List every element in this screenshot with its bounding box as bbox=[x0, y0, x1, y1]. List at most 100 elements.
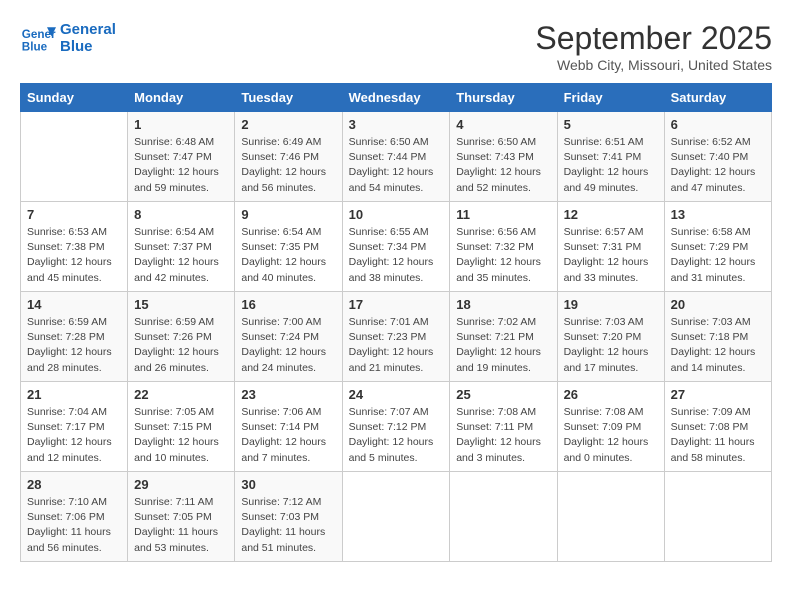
day-info: Sunrise: 6:54 AM Sunset: 7:37 PM Dayligh… bbox=[134, 225, 228, 286]
day-number: 17 bbox=[349, 297, 444, 312]
location-subtitle: Webb City, Missouri, United States bbox=[535, 57, 772, 73]
day-info: Sunrise: 6:59 AM Sunset: 7:28 PM Dayligh… bbox=[27, 315, 121, 376]
calendar-cell: 9Sunrise: 6:54 AM Sunset: 7:35 PM Daylig… bbox=[235, 202, 342, 292]
calendar-cell: 26 Sunrise: 7:08 AM Sunset: 7:09 PM Dayli… bbox=[557, 382, 664, 472]
day-number: 21 bbox=[27, 387, 121, 402]
calendar-cell: 6Sunrise: 6:52 AM Sunset: 7:40 PM Daylig… bbox=[664, 112, 771, 202]
day-number: 25 bbox=[456, 387, 550, 402]
day-number: 24 bbox=[349, 387, 444, 402]
calendar-cell bbox=[450, 472, 557, 562]
day-number: 7 bbox=[27, 207, 121, 222]
day-number: 19 bbox=[564, 297, 658, 312]
day-info: Sunrise: 7:03 AM Sunset: 7:18 PM Dayligh… bbox=[671, 315, 765, 376]
day-info: Sunrise: 6:54 AM Sunset: 7:35 PM Dayligh… bbox=[241, 225, 335, 286]
col-header-tuesday: Tuesday bbox=[235, 84, 342, 112]
day-number: 6 bbox=[671, 117, 765, 132]
day-info: Sunrise: 6:56 AM Sunset: 7:32 PM Dayligh… bbox=[456, 225, 550, 286]
calendar-cell: 18 Sunrise: 7:02 AM Sunset: 7:21 PM Dayli… bbox=[450, 292, 557, 382]
day-info: Sunrise: 7:11 AM Sunset: 7:05 PM Dayligh… bbox=[134, 495, 228, 556]
logo-icon: General Blue bbox=[20, 20, 56, 56]
calendar-cell: 8 Sunrise: 6:54 AM Sunset: 7:37 PM Daylig… bbox=[128, 202, 235, 292]
calendar-week-row: 28 Sunrise: 7:10 AM Sunset: 7:06 PM Dayli… bbox=[21, 472, 772, 562]
calendar-week-row: 21 Sunrise: 7:04 AM Sunset: 7:17 PM Dayli… bbox=[21, 382, 772, 472]
svg-text:Blue: Blue bbox=[22, 41, 48, 54]
calendar-cell bbox=[557, 472, 664, 562]
calendar-cell bbox=[664, 472, 771, 562]
calendar-cell bbox=[342, 472, 450, 562]
col-header-friday: Friday bbox=[557, 84, 664, 112]
calendar-week-row: 14 Sunrise: 6:59 AM Sunset: 7:28 PM Dayli… bbox=[21, 292, 772, 382]
day-info: Sunrise: 6:48 AM Sunset: 7:47 PM Dayligh… bbox=[134, 135, 228, 196]
day-number: 29 bbox=[134, 477, 228, 492]
day-number: 4 bbox=[456, 117, 550, 132]
title-block: September 2025 Webb City, Missouri, Unit… bbox=[535, 20, 772, 73]
day-info: Sunrise: 7:07 AM Sunset: 7:12 PM Dayligh… bbox=[349, 405, 444, 466]
calendar-cell: 17 Sunrise: 7:01 AM Sunset: 7:23 PM Dayli… bbox=[342, 292, 450, 382]
day-info: Sunrise: 7:12 AM Sunset: 7:03 PM Dayligh… bbox=[241, 495, 335, 556]
day-number: 5 bbox=[564, 117, 658, 132]
day-info: Sunrise: 7:03 AM Sunset: 7:20 PM Dayligh… bbox=[564, 315, 658, 376]
calendar-cell: 29 Sunrise: 7:11 AM Sunset: 7:05 PM Dayli… bbox=[128, 472, 235, 562]
day-info: Sunrise: 7:02 AM Sunset: 7:21 PM Dayligh… bbox=[456, 315, 550, 376]
calendar-week-row: 1 Sunrise: 6:48 AM Sunset: 7:47 PM Daylig… bbox=[21, 112, 772, 202]
calendar-cell: 3 Sunrise: 6:50 AM Sunset: 7:44 PM Daylig… bbox=[342, 112, 450, 202]
col-header-monday: Monday bbox=[128, 84, 235, 112]
day-info: Sunrise: 6:53 AM Sunset: 7:38 PM Dayligh… bbox=[27, 225, 121, 286]
month-title: September 2025 bbox=[535, 20, 772, 57]
calendar-cell: 4Sunrise: 6:50 AM Sunset: 7:43 PM Daylig… bbox=[450, 112, 557, 202]
day-number: 13 bbox=[671, 207, 765, 222]
day-number: 22 bbox=[134, 387, 228, 402]
day-info: Sunrise: 6:59 AM Sunset: 7:26 PM Dayligh… bbox=[134, 315, 228, 376]
calendar-cell: 22 Sunrise: 7:05 AM Sunset: 7:15 PM Dayli… bbox=[128, 382, 235, 472]
calendar-week-row: 7 Sunrise: 6:53 AM Sunset: 7:38 PM Daylig… bbox=[21, 202, 772, 292]
calendar-cell: 16 Sunrise: 7:00 AM Sunset: 7:24 PM Dayli… bbox=[235, 292, 342, 382]
day-info: Sunrise: 6:50 AM Sunset: 7:44 PM Dayligh… bbox=[349, 135, 444, 196]
calendar-cell: 19 Sunrise: 7:03 AM Sunset: 7:20 PM Dayli… bbox=[557, 292, 664, 382]
day-info: Sunrise: 6:51 AM Sunset: 7:41 PM Dayligh… bbox=[564, 135, 658, 196]
day-info: Sunrise: 7:08 AM Sunset: 7:09 PM Dayligh… bbox=[564, 405, 658, 466]
calendar-cell: 12 Sunrise: 6:57 AM Sunset: 7:31 PM Dayli… bbox=[557, 202, 664, 292]
day-number: 1 bbox=[134, 117, 228, 132]
calendar-table: SundayMondayTuesdayWednesdayThursdayFrid… bbox=[20, 83, 772, 562]
day-number: 30 bbox=[241, 477, 335, 492]
day-number: 15 bbox=[134, 297, 228, 312]
calendar-cell: 13 Sunrise: 6:58 AM Sunset: 7:29 PM Dayli… bbox=[664, 202, 771, 292]
day-number: 28 bbox=[27, 477, 121, 492]
col-header-thursday: Thursday bbox=[450, 84, 557, 112]
page-header: General Blue GeneralBlue September 2025 … bbox=[20, 20, 772, 73]
calendar-cell: 23 Sunrise: 7:06 AM Sunset: 7:14 PM Dayli… bbox=[235, 382, 342, 472]
calendar-cell: 7 Sunrise: 6:53 AM Sunset: 7:38 PM Daylig… bbox=[21, 202, 128, 292]
day-number: 23 bbox=[241, 387, 335, 402]
calendar-header-row: SundayMondayTuesdayWednesdayThursdayFrid… bbox=[21, 84, 772, 112]
day-info: Sunrise: 6:49 AM Sunset: 7:46 PM Dayligh… bbox=[241, 135, 335, 196]
day-info: Sunrise: 7:08 AM Sunset: 7:11 PM Dayligh… bbox=[456, 405, 550, 466]
day-info: Sunrise: 7:09 AM Sunset: 7:08 PM Dayligh… bbox=[671, 405, 765, 466]
calendar-cell bbox=[21, 112, 128, 202]
day-info: Sunrise: 7:06 AM Sunset: 7:14 PM Dayligh… bbox=[241, 405, 335, 466]
calendar-cell: 2 Sunrise: 6:49 AM Sunset: 7:46 PM Daylig… bbox=[235, 112, 342, 202]
day-number: 26 bbox=[564, 387, 658, 402]
logo: General Blue GeneralBlue bbox=[20, 20, 116, 56]
day-info: Sunrise: 6:57 AM Sunset: 7:31 PM Dayligh… bbox=[564, 225, 658, 286]
calendar-cell: 10Sunrise: 6:55 AM Sunset: 7:34 PM Dayli… bbox=[342, 202, 450, 292]
day-number: 27 bbox=[671, 387, 765, 402]
day-number: 14 bbox=[27, 297, 121, 312]
day-number: 12 bbox=[564, 207, 658, 222]
day-info: Sunrise: 6:55 AM Sunset: 7:34 PM Dayligh… bbox=[349, 225, 444, 286]
day-number: 16 bbox=[241, 297, 335, 312]
calendar-cell: 28 Sunrise: 7:10 AM Sunset: 7:06 PM Dayli… bbox=[21, 472, 128, 562]
day-info: Sunrise: 6:58 AM Sunset: 7:29 PM Dayligh… bbox=[671, 225, 765, 286]
day-number: 8 bbox=[134, 207, 228, 222]
day-info: Sunrise: 7:10 AM Sunset: 7:06 PM Dayligh… bbox=[27, 495, 121, 556]
day-info: Sunrise: 7:05 AM Sunset: 7:15 PM Dayligh… bbox=[134, 405, 228, 466]
calendar-cell: 1 Sunrise: 6:48 AM Sunset: 7:47 PM Daylig… bbox=[128, 112, 235, 202]
day-number: 18 bbox=[456, 297, 550, 312]
day-info: Sunrise: 7:01 AM Sunset: 7:23 PM Dayligh… bbox=[349, 315, 444, 376]
calendar-cell: 24 Sunrise: 7:07 AM Sunset: 7:12 PM Dayli… bbox=[342, 382, 450, 472]
day-info: Sunrise: 7:04 AM Sunset: 7:17 PM Dayligh… bbox=[27, 405, 121, 466]
calendar-cell: 5 Sunrise: 6:51 AM Sunset: 7:41 PM Daylig… bbox=[557, 112, 664, 202]
calendar-cell: 15 Sunrise: 6:59 AM Sunset: 7:26 PM Dayli… bbox=[128, 292, 235, 382]
day-number: 2 bbox=[241, 117, 335, 132]
day-number: 3 bbox=[349, 117, 444, 132]
day-info: Sunrise: 7:00 AM Sunset: 7:24 PM Dayligh… bbox=[241, 315, 335, 376]
